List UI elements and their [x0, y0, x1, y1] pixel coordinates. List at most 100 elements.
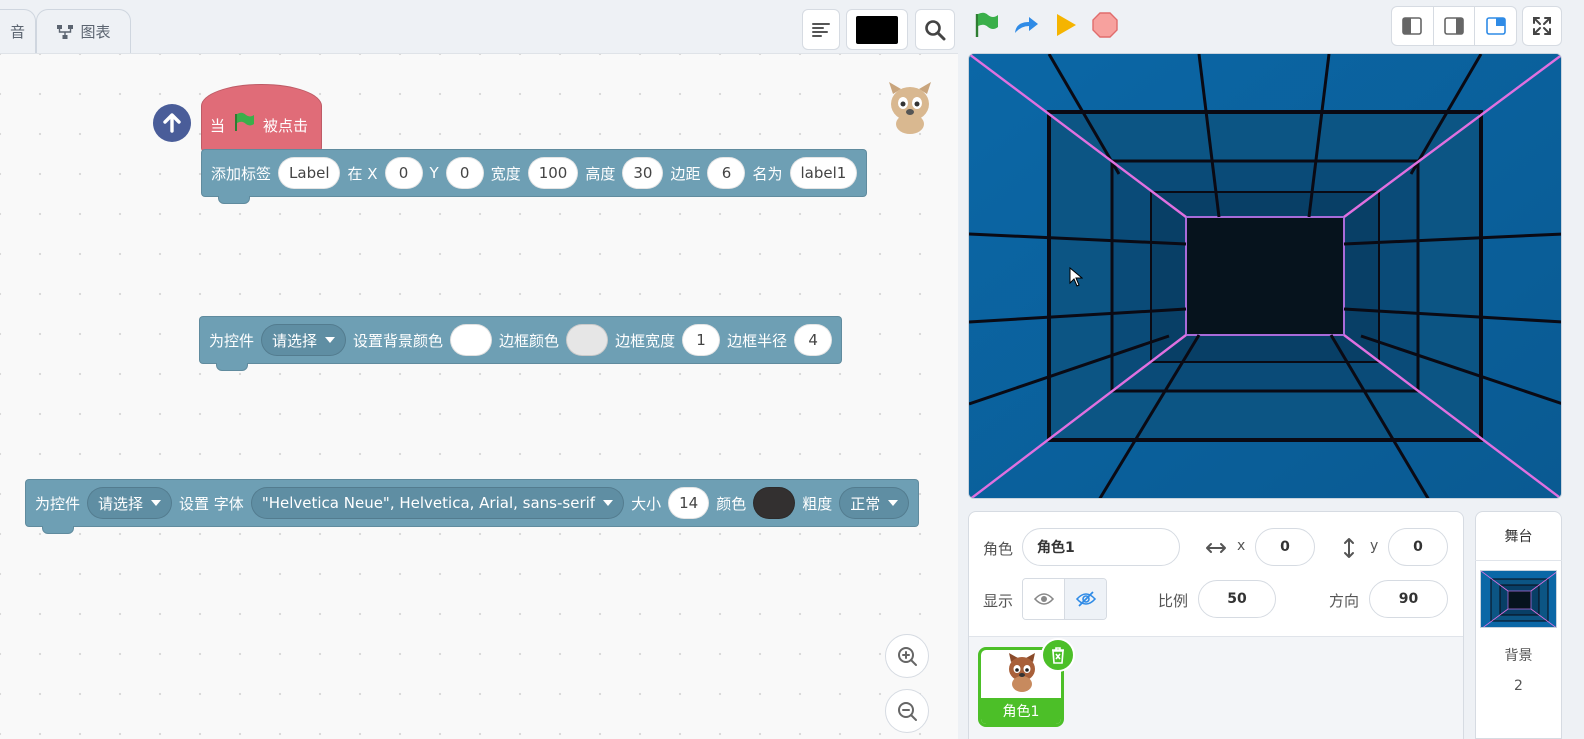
y-coord-label: y — [1370, 538, 1379, 554]
color-swatch — [856, 15, 898, 44]
caret-down-icon — [603, 500, 614, 506]
sprite-mascot-icon — [889, 82, 931, 134]
show-sprite-button[interactable] — [1023, 579, 1065, 619]
layout-left-button[interactable] — [1392, 7, 1434, 45]
weight-label: 粗度 — [802, 494, 833, 513]
align-blocks-button[interactable] — [802, 9, 840, 50]
caret-down-icon — [325, 337, 336, 343]
hide-sprite-button[interactable] — [1065, 579, 1106, 619]
green-flag-button[interactable] — [971, 10, 1001, 40]
delete-sprite-button[interactable] — [1041, 638, 1075, 672]
font-color-input[interactable] — [753, 487, 796, 519]
sprite-name-input[interactable]: 角色1 — [1022, 528, 1180, 566]
add-label-cmd: 添加标签 — [211, 164, 272, 183]
x-label: 在 X — [347, 164, 378, 183]
block-connector — [42, 526, 74, 534]
name-label: 名为 — [752, 164, 783, 183]
caret-down-icon — [888, 500, 899, 506]
tab-bar: 音 图表 — [0, 0, 958, 53]
font-size-input[interactable]: 14 — [668, 487, 710, 519]
hat-prefix: 当 — [210, 117, 226, 135]
direction-input[interactable]: 90 — [1369, 580, 1448, 618]
stage-backdrop — [969, 54, 1561, 498]
stop-octagon-icon — [1092, 12, 1118, 38]
border-radius-label: 边框半径 — [727, 331, 788, 350]
play-icon — [1057, 14, 1076, 36]
scale-label: 比例 — [1158, 592, 1189, 610]
x-input[interactable]: 0 — [384, 157, 423, 189]
widget-select[interactable]: 请选择 — [261, 324, 347, 356]
scale-input[interactable]: 50 — [1198, 580, 1276, 618]
when-flag-clicked-block[interactable]: 当 被点击 — [201, 84, 322, 152]
stage-canvas[interactable] — [968, 53, 1562, 499]
stage-title: 舞台 — [1475, 511, 1562, 561]
redo-button[interactable] — [1011, 10, 1041, 40]
y-coord-input[interactable]: 0 — [1388, 528, 1448, 566]
stop-button[interactable] — [1090, 10, 1120, 40]
widget-select[interactable]: 请选择 — [87, 487, 173, 519]
sprite-tile-name: 角色1 — [981, 698, 1061, 724]
label-text-input[interactable]: Label — [278, 157, 341, 189]
width-input[interactable]: 100 — [527, 157, 579, 189]
set-font-block[interactable]: 为控件 请选择 设置 字体 "Helvetica Neue", Helvetic… — [25, 479, 920, 534]
font-weight-value: 正常 — [850, 494, 881, 513]
tab-chart[interactable]: 图表 — [36, 9, 131, 53]
color-picker-button[interactable] — [846, 9, 908, 50]
layout-split-button[interactable] — [1475, 7, 1516, 45]
play-button[interactable] — [1050, 10, 1080, 40]
zoom-out-button[interactable] — [885, 689, 929, 733]
hat-suffix: 被点击 — [263, 117, 309, 135]
backdrop-thumbnail-image — [1481, 571, 1556, 627]
fullscreen-button[interactable] — [1522, 6, 1562, 46]
eye-icon — [1033, 593, 1054, 605]
zoom-in-icon — [898, 647, 917, 666]
x-coord-input[interactable]: 0 — [1255, 528, 1315, 566]
chart-icon — [57, 24, 74, 39]
set-bg-cmd: 为控件 — [209, 331, 255, 350]
set-background-block[interactable]: 为控件 请选择 设置背景颜色 边框颜色 边框宽度 1 边框半径 4 — [199, 316, 843, 371]
widget-select-value: 请选择 — [98, 494, 144, 513]
scroll-to-top-button[interactable] — [153, 104, 191, 142]
fullscreen-icon — [1533, 17, 1551, 35]
height-input[interactable]: 30 — [622, 157, 664, 189]
margin-input[interactable]: 6 — [707, 157, 746, 189]
trash-icon — [1052, 647, 1064, 664]
layout-right-icon — [1444, 17, 1464, 35]
height-label: 高度 — [585, 164, 616, 183]
font-color-label: 颜色 — [716, 494, 747, 513]
font-weight-select[interactable]: 正常 — [839, 487, 910, 519]
backdrop-thumbnail[interactable] — [1480, 570, 1557, 628]
block-connector — [218, 196, 250, 204]
name-input[interactable]: label1 — [789, 157, 858, 189]
search-button[interactable] — [915, 9, 955, 50]
visibility-toggle — [1022, 578, 1107, 620]
zoom-out-icon — [898, 702, 917, 721]
y-label: Y — [429, 164, 439, 182]
border-width-input[interactable]: 1 — [682, 324, 721, 356]
border-radius-input[interactable]: 4 — [794, 324, 833, 356]
border-width-label: 边框宽度 — [615, 331, 676, 350]
sprite-thumbnail — [1009, 653, 1035, 692]
direction-label: 方向 — [1329, 592, 1360, 610]
y-input[interactable]: 0 — [445, 157, 484, 189]
tab-chart-label: 图表 — [80, 23, 111, 41]
font-family-select[interactable]: "Helvetica Neue", Helvetica, Arial, sans… — [250, 487, 625, 519]
layout-left-icon — [1402, 17, 1423, 35]
horizontal-arrows-icon — [1206, 543, 1226, 553]
vertical-arrows-icon — [1344, 538, 1354, 558]
margin-label: 边距 — [670, 164, 701, 183]
width-label: 宽度 — [490, 164, 521, 183]
size-label: 大小 — [631, 494, 662, 513]
editor-root: 音 图表 当 被点击 添加标签 Label 在 X 0 Y 0 宽度 100 高… — [0, 0, 1584, 739]
tab-sound[interactable]: 音 — [0, 9, 36, 53]
border-color-label: 边框颜色 — [499, 331, 560, 350]
x-coord-label: x — [1237, 538, 1246, 554]
add-label-block[interactable]: 添加标签 Label 在 X 0 Y 0 宽度 100 高度 30 边距 6 名… — [201, 149, 868, 204]
border-color-input[interactable] — [566, 324, 609, 356]
layout-right-button[interactable] — [1434, 7, 1476, 45]
caret-down-icon — [151, 500, 162, 506]
backdrop-count: 2 — [1514, 678, 1523, 694]
bg-color-input[interactable] — [450, 324, 493, 356]
zoom-in-button[interactable] — [885, 634, 929, 678]
layout-split-icon — [1485, 17, 1506, 35]
